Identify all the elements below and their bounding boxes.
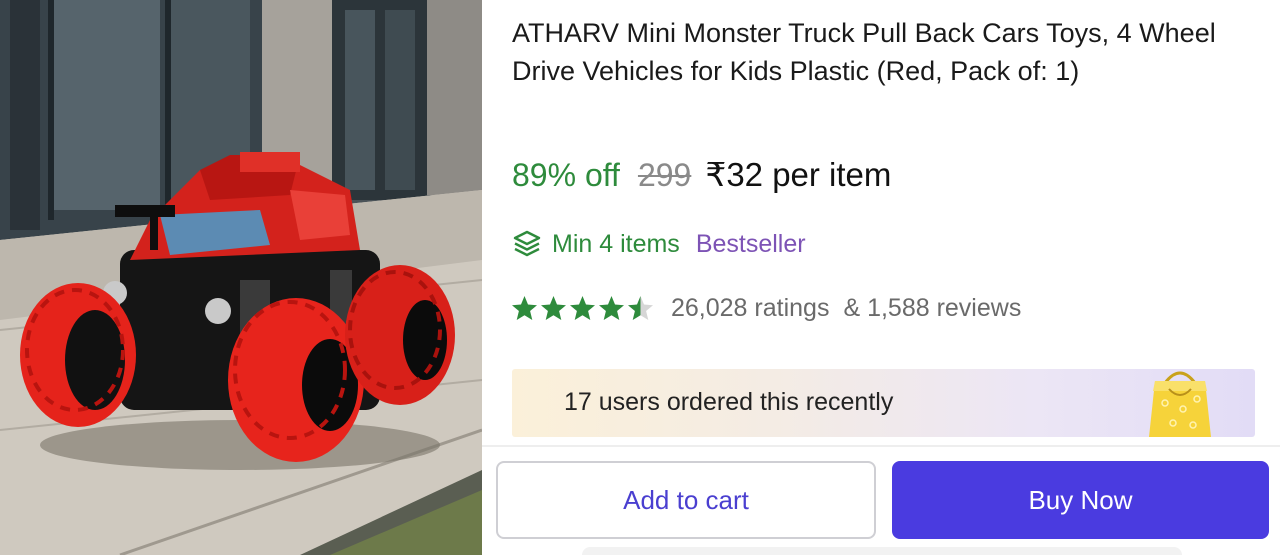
unit-price: ₹32 per item <box>705 156 892 193</box>
star-full-icon <box>599 295 624 320</box>
divider <box>482 445 1280 447</box>
product-details-panel: ATHARV Mini Monster Truck Pull Back Cars… <box>482 0 1280 555</box>
min-items-label: Min 4 items <box>552 229 680 258</box>
shopping-bag-icon <box>1149 371 1211 437</box>
add-to-cart-button[interactable]: Add to cart <box>496 461 876 539</box>
offer-row: Min 4 items Bestseller <box>512 226 806 262</box>
star-full-icon <box>541 295 566 320</box>
star-full-icon <box>570 295 595 320</box>
original-price: 299 <box>637 157 692 193</box>
recent-orders-text: 17 users ordered this recently <box>564 388 894 416</box>
bestseller-badge: Bestseller <box>695 229 806 258</box>
bottom-sheet-edge <box>582 547 1182 555</box>
reviews-count[interactable]: & 1,588 reviews <box>843 294 1021 323</box>
product-image[interactable] <box>0 0 482 555</box>
rating-row[interactable]: 26,028 ratings & 1,588 reviews <box>510 290 1021 326</box>
star-half-icon <box>628 295 653 320</box>
layers-icon <box>513 230 541 257</box>
product-title: ATHARV Mini Monster Truck Pull Back Cars… <box>512 18 1216 86</box>
star-rating <box>510 294 655 323</box>
price-row: 89% off 299 ₹32 per item <box>512 155 891 197</box>
ratings-count[interactable]: 26,028 ratings <box>671 294 829 323</box>
star-full-icon <box>512 295 537 320</box>
social-proof-banner: 17 users ordered this recently <box>512 369 1255 437</box>
discount-label: 89% off <box>512 157 620 193</box>
buy-now-button[interactable]: Buy Now <box>892 461 1269 539</box>
